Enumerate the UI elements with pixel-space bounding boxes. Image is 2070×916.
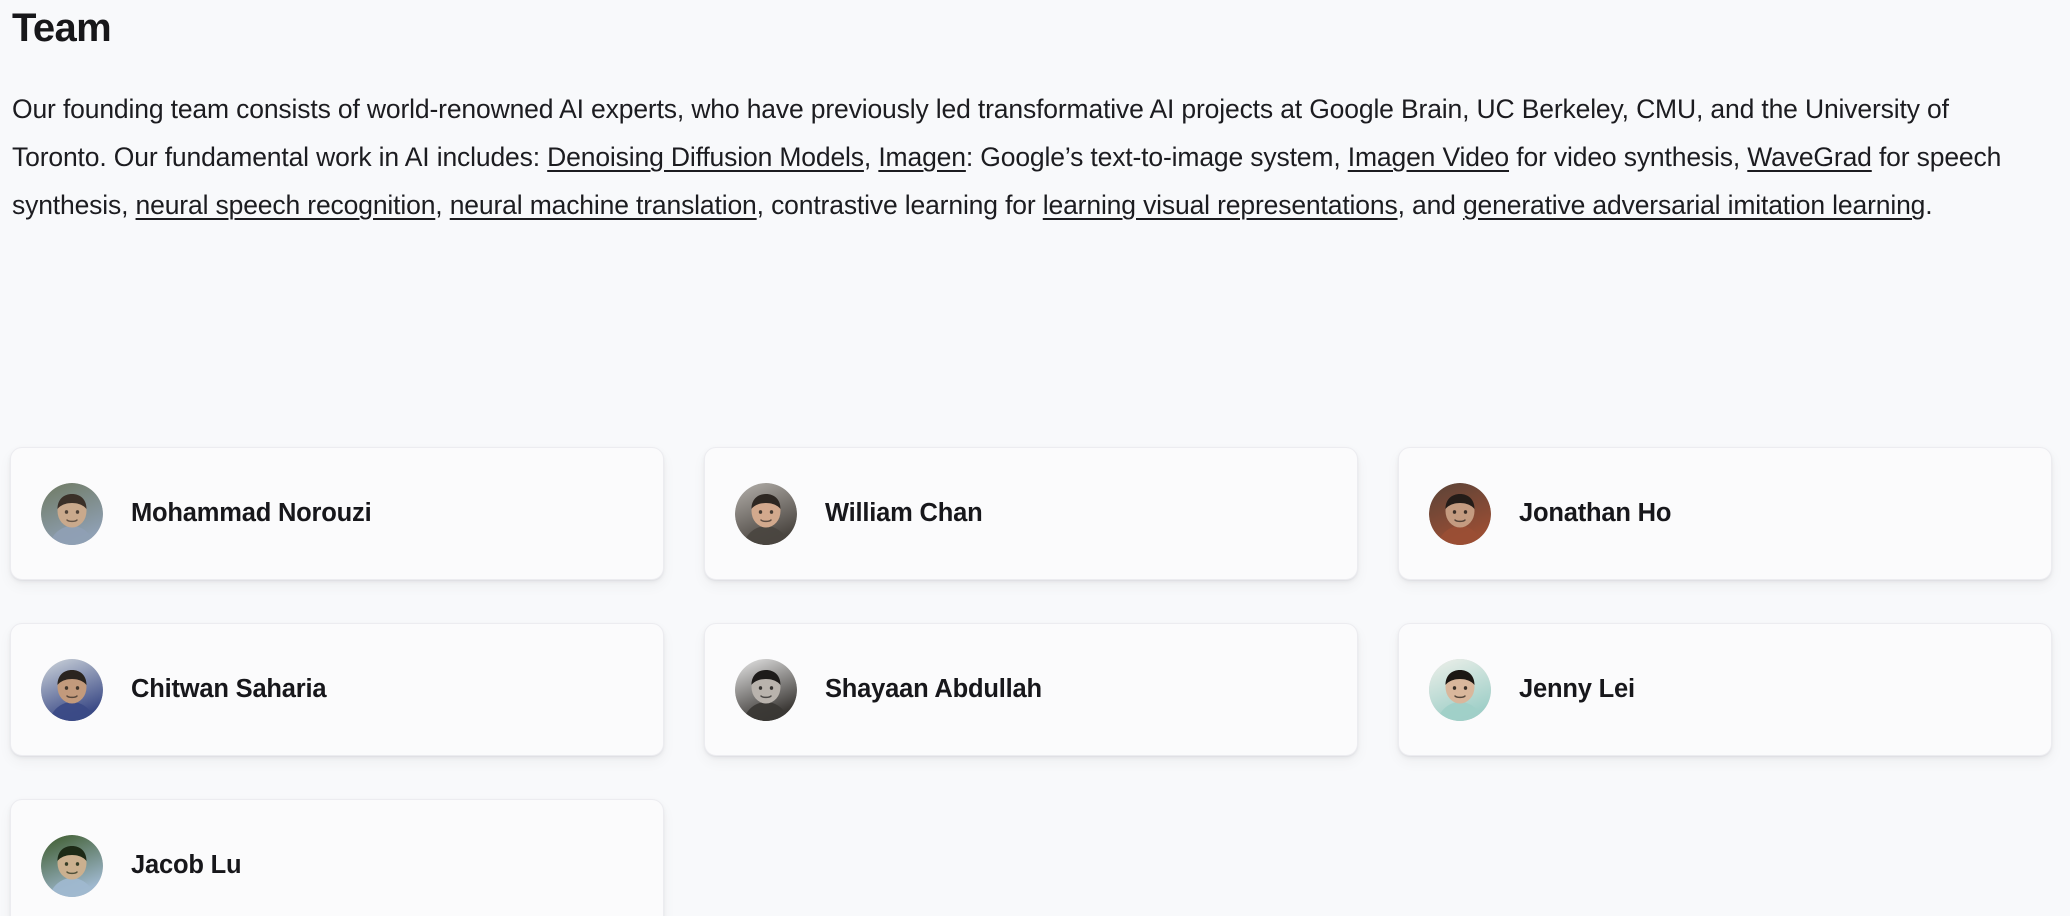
- team-member-card[interactable]: William Chan: [704, 447, 1358, 580]
- intro-text: , contrastive learning for: [756, 190, 1043, 220]
- intro-link[interactable]: neural machine translation: [450, 190, 757, 220]
- intro-text: for video synthesis,: [1509, 142, 1748, 172]
- avatar-photo-icon: [1429, 658, 1491, 721]
- intro-text: .: [1925, 190, 1933, 220]
- intro-link[interactable]: learning visual representations: [1043, 190, 1398, 220]
- intro-link[interactable]: Imagen: [878, 142, 966, 172]
- team-member-name: Mohammad Norouzi: [131, 499, 372, 527]
- avatar-photo-icon: [41, 834, 103, 897]
- intro-text: ,: [863, 142, 879, 172]
- intro-text: , and: [1397, 190, 1463, 220]
- avatar-photo-icon: [41, 658, 103, 721]
- team-member-card[interactable]: Mohammad Norouzi: [10, 447, 664, 580]
- intro-link[interactable]: Imagen Video: [1348, 142, 1509, 172]
- page-title: Team: [12, 6, 112, 50]
- team-member-name: Jonathan Ho: [1519, 499, 1672, 527]
- intro-link[interactable]: WaveGrad: [1747, 142, 1872, 172]
- team-member-card[interactable]: Chitwan Saharia: [10, 623, 664, 756]
- team-member-name: William Chan: [825, 499, 983, 527]
- team-member-name: Shayaan Abdullah: [825, 675, 1042, 703]
- team-page: Team Our founding team consists of world…: [0, 0, 2070, 916]
- intro-paragraph: Our founding team consists of world-reno…: [12, 85, 2012, 229]
- team-member-name: Jacob Lu: [131, 851, 242, 879]
- intro-link[interactable]: generative adversarial imitation learnin…: [1463, 190, 1925, 220]
- avatar-photo-icon: [735, 482, 797, 545]
- intro-text: : Google’s text-to-image system,: [965, 142, 1348, 172]
- team-member-card[interactable]: Shayaan Abdullah: [704, 623, 1358, 756]
- team-member-name: Jenny Lei: [1519, 675, 1635, 703]
- team-member-card[interactable]: Jonathan Ho: [1398, 447, 2052, 580]
- intro-link[interactable]: neural speech recognition: [136, 190, 436, 220]
- team-member-card[interactable]: Jacob Lu: [10, 799, 664, 916]
- avatar-photo-icon: [1429, 482, 1491, 545]
- team-member-name: Chitwan Saharia: [131, 675, 327, 703]
- team-member-card[interactable]: Jenny Lei: [1398, 623, 2052, 756]
- avatar-photo-icon: [41, 482, 103, 545]
- intro-link[interactable]: Denoising Diffusion Models: [547, 142, 864, 172]
- avatar-photo-icon: [735, 658, 797, 721]
- team-member-grid: Mohammad Norouzi William Chan Jonathan Ho C…: [10, 447, 2062, 916]
- intro-text: ,: [435, 190, 450, 220]
